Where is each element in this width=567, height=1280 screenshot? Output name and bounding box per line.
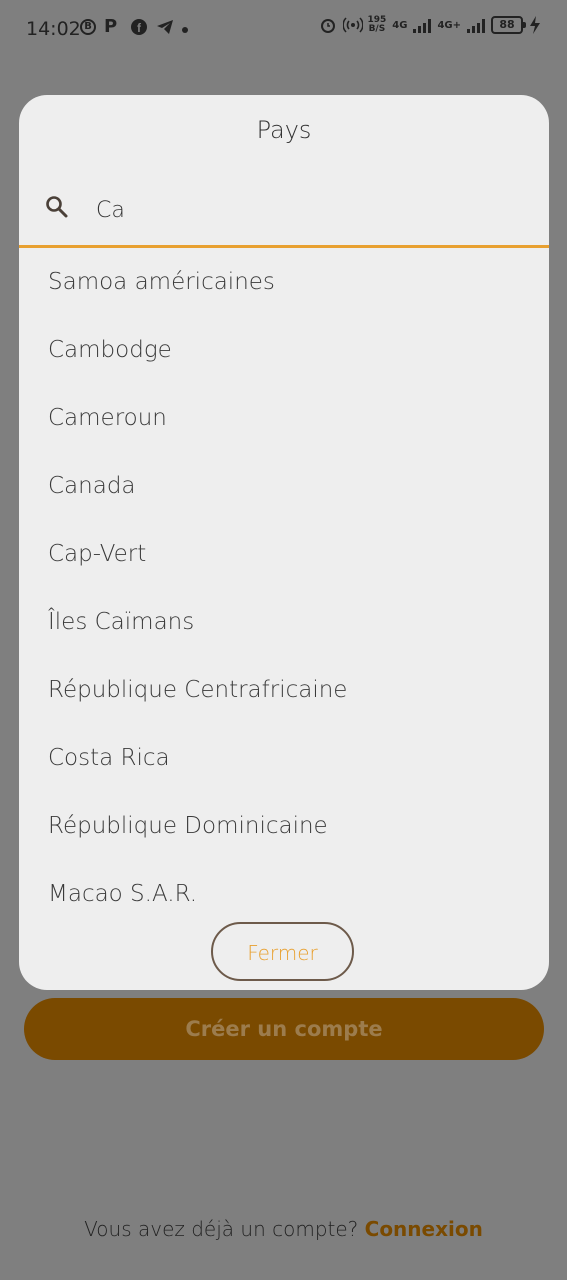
country-item[interactable]: République Dominicaine [19,792,549,860]
dialog-title: Pays [256,116,312,144]
country-item[interactable]: Îles Caïmans [19,588,549,656]
telegram-icon [156,18,174,36]
signal1-label: 4G [392,19,408,31]
system-status: 195 B/S 4G 4G+ 88 [319,16,547,34]
signal1-bars-icon [413,17,432,33]
search-icon [45,195,68,218]
battery-icon: 88 [491,16,526,34]
alarm-icon [319,16,337,34]
notification-icons: B P f [80,18,188,36]
country-item[interactable]: Canada [19,452,549,520]
parking-icon: P [104,16,118,37]
country-item[interactable]: Macao S.A.R. [19,860,549,928]
network-speed: 195 B/S [367,15,387,34]
search-input[interactable] [94,191,518,229]
hotspot-icon [342,16,365,34]
login-prompt: Vous avez déjà un compte? Connexion [0,1217,567,1241]
login-prompt-text: Vous avez déjà un compte? [84,1217,359,1241]
country-item[interactable]: Cambodge [19,316,549,384]
create-account-button[interactable]: Créer un compte [24,998,544,1060]
charging-icon [529,16,547,34]
country-item[interactable]: Cap-Vert [19,520,549,588]
country-list: Samoa américaines Cambodge Cameroun Cana… [19,248,549,928]
country-item[interactable]: Costa Rica [19,724,549,792]
more-notifications-icon [182,27,188,33]
close-button[interactable]: Fermer [211,922,354,981]
country-item[interactable]: Samoa américaines [19,248,549,316]
search-bar [19,173,549,248]
country-item[interactable]: Cameroun [19,384,549,452]
signal2-bars-icon [467,17,485,33]
login-link[interactable]: Connexion [365,1217,483,1241]
facebook-icon: f [130,18,148,36]
status-time: 14:02 [26,18,81,40]
b-badge-icon: B [80,19,96,35]
signal2-label: 4G+ [437,19,461,31]
status-bar: 14:02 B P f 195 B/S 4G 4G+ 88 [0,0,567,56]
country-item[interactable]: République Centrafricaine [19,656,549,724]
country-picker-dialog: Pays Samoa américaines Cambodge Cameroun… [19,95,549,990]
